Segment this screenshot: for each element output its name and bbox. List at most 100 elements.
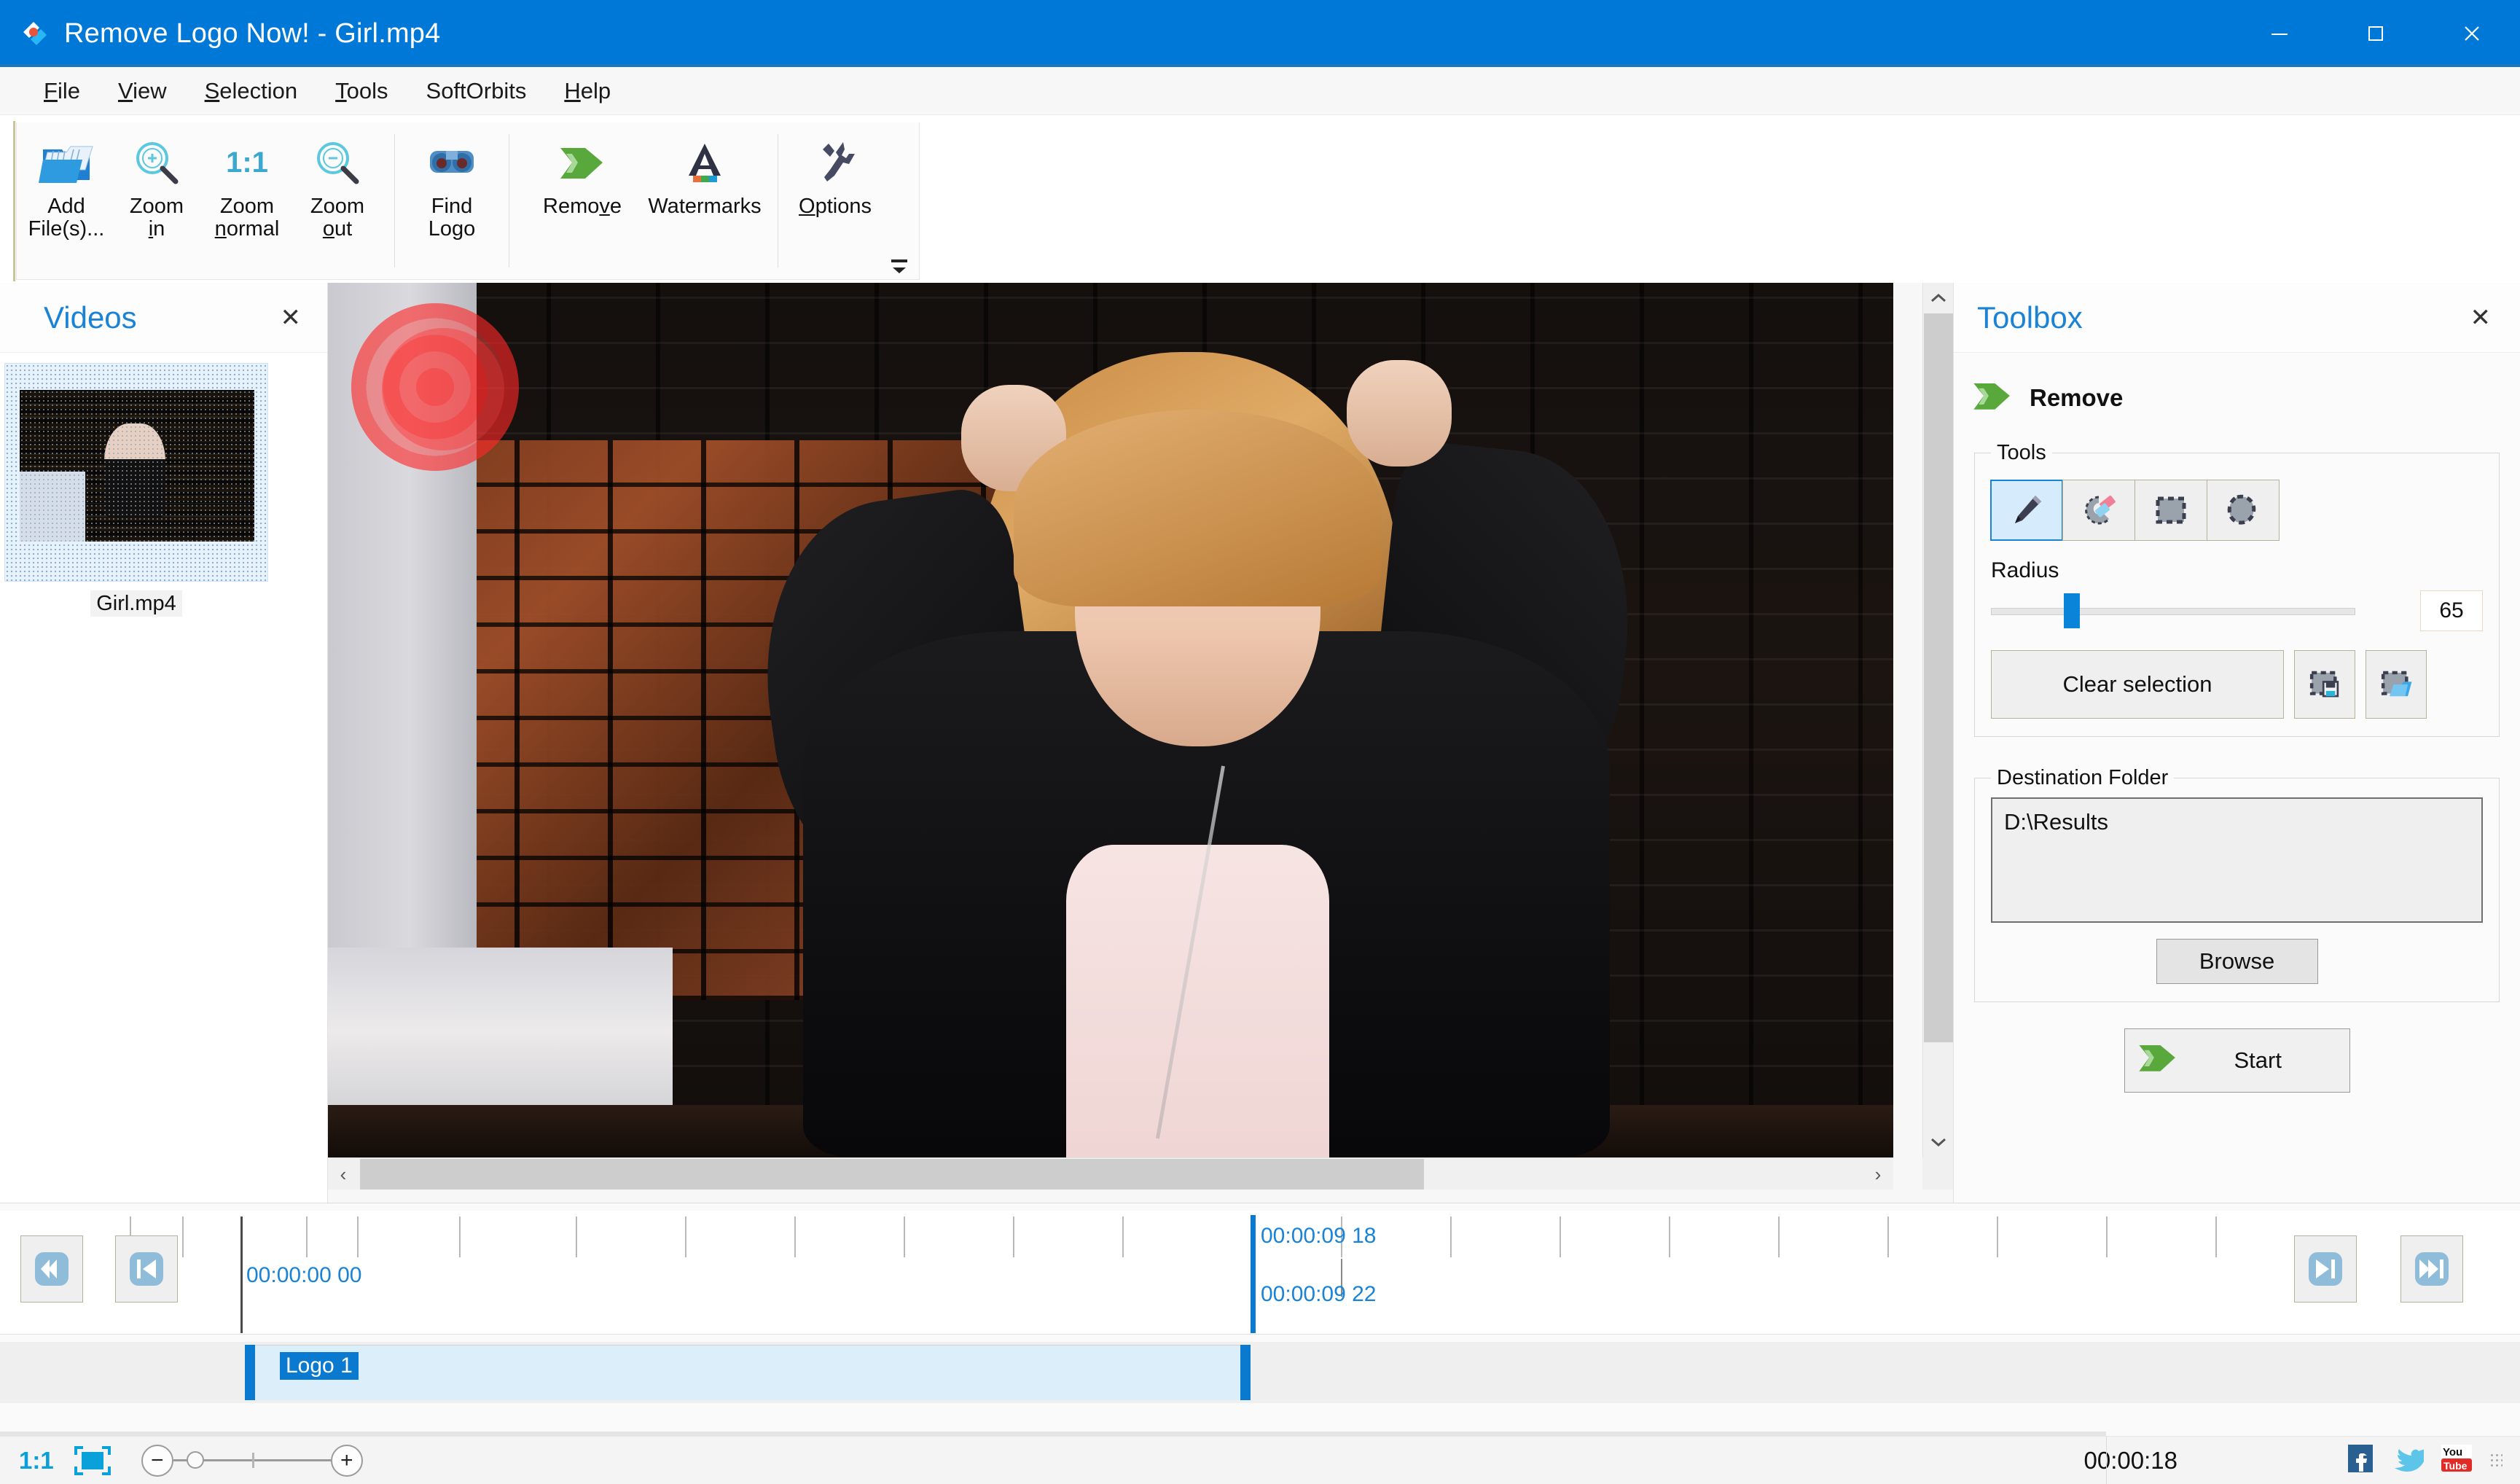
remove-button[interactable]: Remove bbox=[521, 122, 643, 218]
videos-panel-close-icon[interactable]: ✕ bbox=[270, 297, 312, 338]
twitter-icon[interactable] bbox=[2392, 1444, 2430, 1477]
browse-button[interactable]: Browse bbox=[2156, 939, 2318, 984]
zoom-in-icon[interactable]: + bbox=[330, 1444, 363, 1477]
zoom-out-label: Zoom out bbox=[310, 195, 365, 241]
zoom-out-icon[interactable]: − bbox=[141, 1444, 173, 1477]
find-logo-icon bbox=[424, 133, 480, 192]
thumbnail-dither-overlay bbox=[20, 390, 254, 542]
maximize-button[interactable] bbox=[2328, 0, 2424, 67]
rectangle-select-tool-button[interactable] bbox=[2134, 480, 2207, 541]
zoom-out-button[interactable]: Zoom out bbox=[292, 122, 383, 279]
radius-value-field[interactable]: 65 bbox=[2420, 590, 2483, 631]
timeline-ruler[interactable]: 00:00:00 00 00:00:09 18 00:00:09 22 bbox=[0, 1211, 2520, 1335]
zoom-ratio-label[interactable]: 1:1 bbox=[19, 1447, 54, 1475]
close-button[interactable] bbox=[2424, 0, 2520, 67]
radius-slider-track bbox=[1991, 608, 2355, 615]
start-button[interactable]: Start bbox=[2124, 1028, 2350, 1093]
vertical-scroll-thumb[interactable] bbox=[1924, 313, 1953, 1042]
minimize-button[interactable] bbox=[2231, 0, 2328, 67]
menu-item-help[interactable]: Help bbox=[545, 75, 630, 107]
lasso-select-tool-button[interactable] bbox=[2207, 480, 2280, 541]
menu-item-view[interactable]: View bbox=[99, 75, 186, 107]
preview-vertical-scrollbar[interactable] bbox=[1922, 283, 1953, 1157]
zoom-out-icon bbox=[310, 133, 365, 192]
playhead-timecode-lower: 00:00:09 22 bbox=[1261, 1282, 1377, 1306]
ribbon-left-edge bbox=[13, 121, 15, 281]
green-arrow-icon bbox=[1970, 375, 2015, 421]
ribbon-group-options: Options bbox=[786, 122, 885, 279]
timeline-playhead[interactable] bbox=[1251, 1215, 1256, 1333]
timeline-track-area[interactable]: Logo 1 bbox=[0, 1342, 2520, 1403]
zoom-in-button[interactable]: Zoom in bbox=[111, 122, 202, 279]
destination-folder-group: Destination Folder D:\Results Browse bbox=[1974, 766, 2500, 1002]
options-button[interactable]: Options bbox=[790, 122, 880, 218]
destination-folder-input[interactable]: D:\Results bbox=[1991, 797, 2483, 923]
nav-next-button[interactable] bbox=[2294, 1235, 2357, 1303]
nav-last-button[interactable] bbox=[2400, 1235, 2463, 1303]
zoom-normal-button[interactable]: 1:1 Zoom normal bbox=[202, 122, 292, 279]
zoom-normal-label: Zoom normal bbox=[214, 195, 280, 241]
videos-panel: Videos ✕ Girl.mp4 bbox=[0, 283, 328, 1203]
tools-group: Tools Radius 65 Clear selection bbox=[1974, 441, 2500, 737]
scroll-up-icon[interactable] bbox=[1923, 283, 1953, 313]
clip-handle-left[interactable] bbox=[245, 1345, 255, 1400]
scroll-left-icon[interactable]: ‹ bbox=[328, 1158, 359, 1190]
videos-panel-header: Videos ✕ bbox=[0, 283, 327, 353]
window-title: Remove Logo Now! - Girl.mp4 bbox=[64, 17, 441, 49]
scroll-down-icon[interactable] bbox=[1923, 1127, 1954, 1157]
menu-item-file[interactable]: FFileile bbox=[25, 75, 99, 107]
facebook-icon[interactable] bbox=[2345, 1443, 2376, 1477]
zoom-slider-knob[interactable] bbox=[186, 1451, 204, 1469]
preview-horizontal-scrollbar[interactable]: ‹ › bbox=[328, 1157, 1893, 1190]
zoom-slider-track[interactable] bbox=[173, 1451, 331, 1469]
find-logo-button[interactable]: Find Logo bbox=[407, 122, 497, 279]
toolbox-panel: Toolbox ✕ Remove Tools Radius 65 Clear s… bbox=[1953, 283, 2520, 1203]
scroll-right-icon[interactable]: › bbox=[1863, 1158, 1893, 1190]
clip-handle-right[interactable] bbox=[1240, 1345, 1251, 1400]
clip-label: Logo 1 bbox=[280, 1352, 359, 1380]
timeline-start-timecode: 00:00:00 00 bbox=[246, 1263, 362, 1287]
toolbox-close-icon[interactable]: ✕ bbox=[2460, 297, 2502, 338]
radius-label: Radius bbox=[1991, 558, 2059, 582]
ribbon-expand-icon[interactable] bbox=[891, 259, 907, 275]
menu-bar: FFileile View Selection Tools SoftOrbits… bbox=[0, 67, 2520, 115]
pencil-tool-button[interactable] bbox=[1990, 480, 2063, 541]
start-row: Start bbox=[1954, 1028, 2520, 1093]
video-preview-area: ‹ › bbox=[328, 283, 1953, 1203]
nav-first-button[interactable] bbox=[20, 1235, 83, 1303]
eraser-tool-button[interactable] bbox=[2062, 480, 2135, 541]
remove-arrow-icon bbox=[556, 133, 609, 192]
start-green-arrow-icon bbox=[2135, 1036, 2180, 1085]
radius-slider[interactable] bbox=[1991, 592, 2355, 630]
save-selection-icon[interactable] bbox=[2294, 650, 2355, 719]
scrollbar-corner bbox=[1922, 1157, 1953, 1190]
resize-grip-icon[interactable] bbox=[2489, 1452, 2503, 1469]
video-item-name: Girl.mp4 bbox=[90, 590, 182, 617]
nav-prev-button[interactable] bbox=[115, 1235, 178, 1303]
menu-item-softorbits[interactable]: SoftOrbits bbox=[407, 75, 546, 107]
zoom-in-icon bbox=[129, 133, 184, 192]
clear-selection-button[interactable]: Clear selection bbox=[1991, 650, 2284, 719]
ribbon-separator-1 bbox=[394, 134, 395, 267]
ribbon-toolbar: Add File(s)... Zoom in 1:1 Zoom normal Z… bbox=[16, 122, 920, 280]
playhead-timecode-upper: 00:00:09 18 bbox=[1261, 1224, 1377, 1248]
youtube-icon[interactable]: You Tube bbox=[2440, 1443, 2473, 1477]
statusbar-divider bbox=[2106, 1436, 2107, 1484]
timeline-origin-marker bbox=[240, 1217, 243, 1333]
person-hair-front bbox=[1013, 409, 1382, 607]
radius-slider-thumb[interactable] bbox=[2064, 593, 2080, 628]
zoom-slider-notch bbox=[251, 1453, 254, 1468]
add-files-button[interactable]: Add File(s)... bbox=[21, 122, 111, 279]
horizontal-scroll-thumb[interactable] bbox=[360, 1159, 1424, 1190]
menu-item-selection[interactable]: Selection bbox=[186, 75, 317, 107]
find-logo-label: Find Logo bbox=[428, 195, 476, 241]
timeline-clip[interactable] bbox=[245, 1345, 1251, 1400]
menu-item-tools[interactable]: Tools bbox=[316, 75, 407, 107]
watermarks-button[interactable]: Watermarks bbox=[643, 122, 766, 218]
list-item[interactable] bbox=[4, 363, 268, 582]
zoom-slider-control[interactable]: − + bbox=[141, 1444, 363, 1477]
load-selection-icon[interactable] bbox=[2366, 650, 2427, 719]
fit-to-window-icon[interactable] bbox=[73, 1445, 112, 1477]
watermarks-icon bbox=[678, 133, 731, 192]
video-preview-canvas[interactable] bbox=[328, 283, 1893, 1157]
